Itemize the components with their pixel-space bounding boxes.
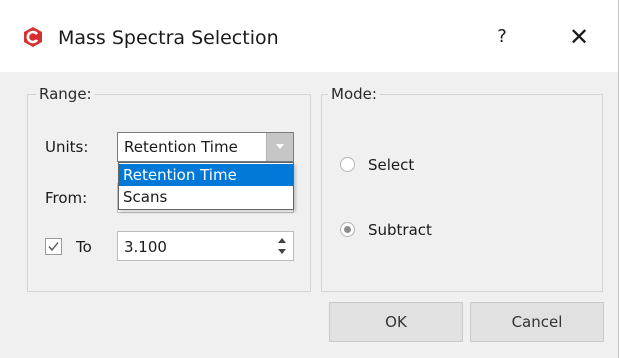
dropdown-option-retention-time[interactable]: Retention Time bbox=[119, 164, 293, 186]
range-group-title: Range: bbox=[36, 84, 95, 104]
from-label: From: bbox=[45, 189, 88, 207]
window-title: Mass Spectra Selection bbox=[58, 27, 279, 49]
mode-group: Mode: bbox=[321, 84, 603, 292]
radio-selected-dot bbox=[344, 226, 351, 233]
title-bar: Mass Spectra Selection ? ✕ bbox=[0, 0, 619, 72]
select-radio[interactable] bbox=[340, 157, 355, 172]
mode-group-title: Mode: bbox=[328, 84, 380, 104]
cancel-button[interactable]: Cancel bbox=[470, 302, 604, 342]
to-checkbox[interactable] bbox=[45, 238, 62, 255]
units-dropdown-list: Retention Time Scans bbox=[118, 162, 294, 210]
to-value: 3.100 bbox=[124, 238, 167, 256]
units-label: Units: bbox=[45, 138, 89, 156]
to-label: To bbox=[76, 238, 92, 256]
ok-button[interactable]: OK bbox=[329, 302, 463, 342]
dropdown-option-scans[interactable]: Scans bbox=[119, 186, 293, 208]
spin-down-button[interactable] bbox=[277, 247, 287, 256]
app-logo-icon bbox=[24, 27, 42, 47]
mass-spectra-selection-dialog: Mass Spectra Selection ? ✕ Range: Units:… bbox=[0, 0, 619, 358]
to-spinbox[interactable]: 3.100 bbox=[117, 231, 294, 261]
chevron-down-icon bbox=[276, 144, 284, 149]
units-combobox-value: Retention Time bbox=[124, 138, 238, 156]
close-button[interactable]: ✕ bbox=[564, 22, 594, 52]
spin-up-button[interactable] bbox=[277, 236, 287, 245]
select-radio-label[interactable]: Select bbox=[368, 155, 414, 175]
help-button[interactable]: ? bbox=[488, 22, 516, 52]
subtract-radio[interactable] bbox=[340, 222, 355, 237]
arrow-down-icon bbox=[278, 249, 286, 254]
units-combobox[interactable]: Retention Time bbox=[117, 132, 294, 162]
checkmark-icon bbox=[48, 242, 59, 252]
subtract-radio-label[interactable]: Subtract bbox=[368, 220, 432, 240]
arrow-up-icon bbox=[278, 238, 286, 243]
units-dropdown-button[interactable] bbox=[266, 133, 293, 161]
